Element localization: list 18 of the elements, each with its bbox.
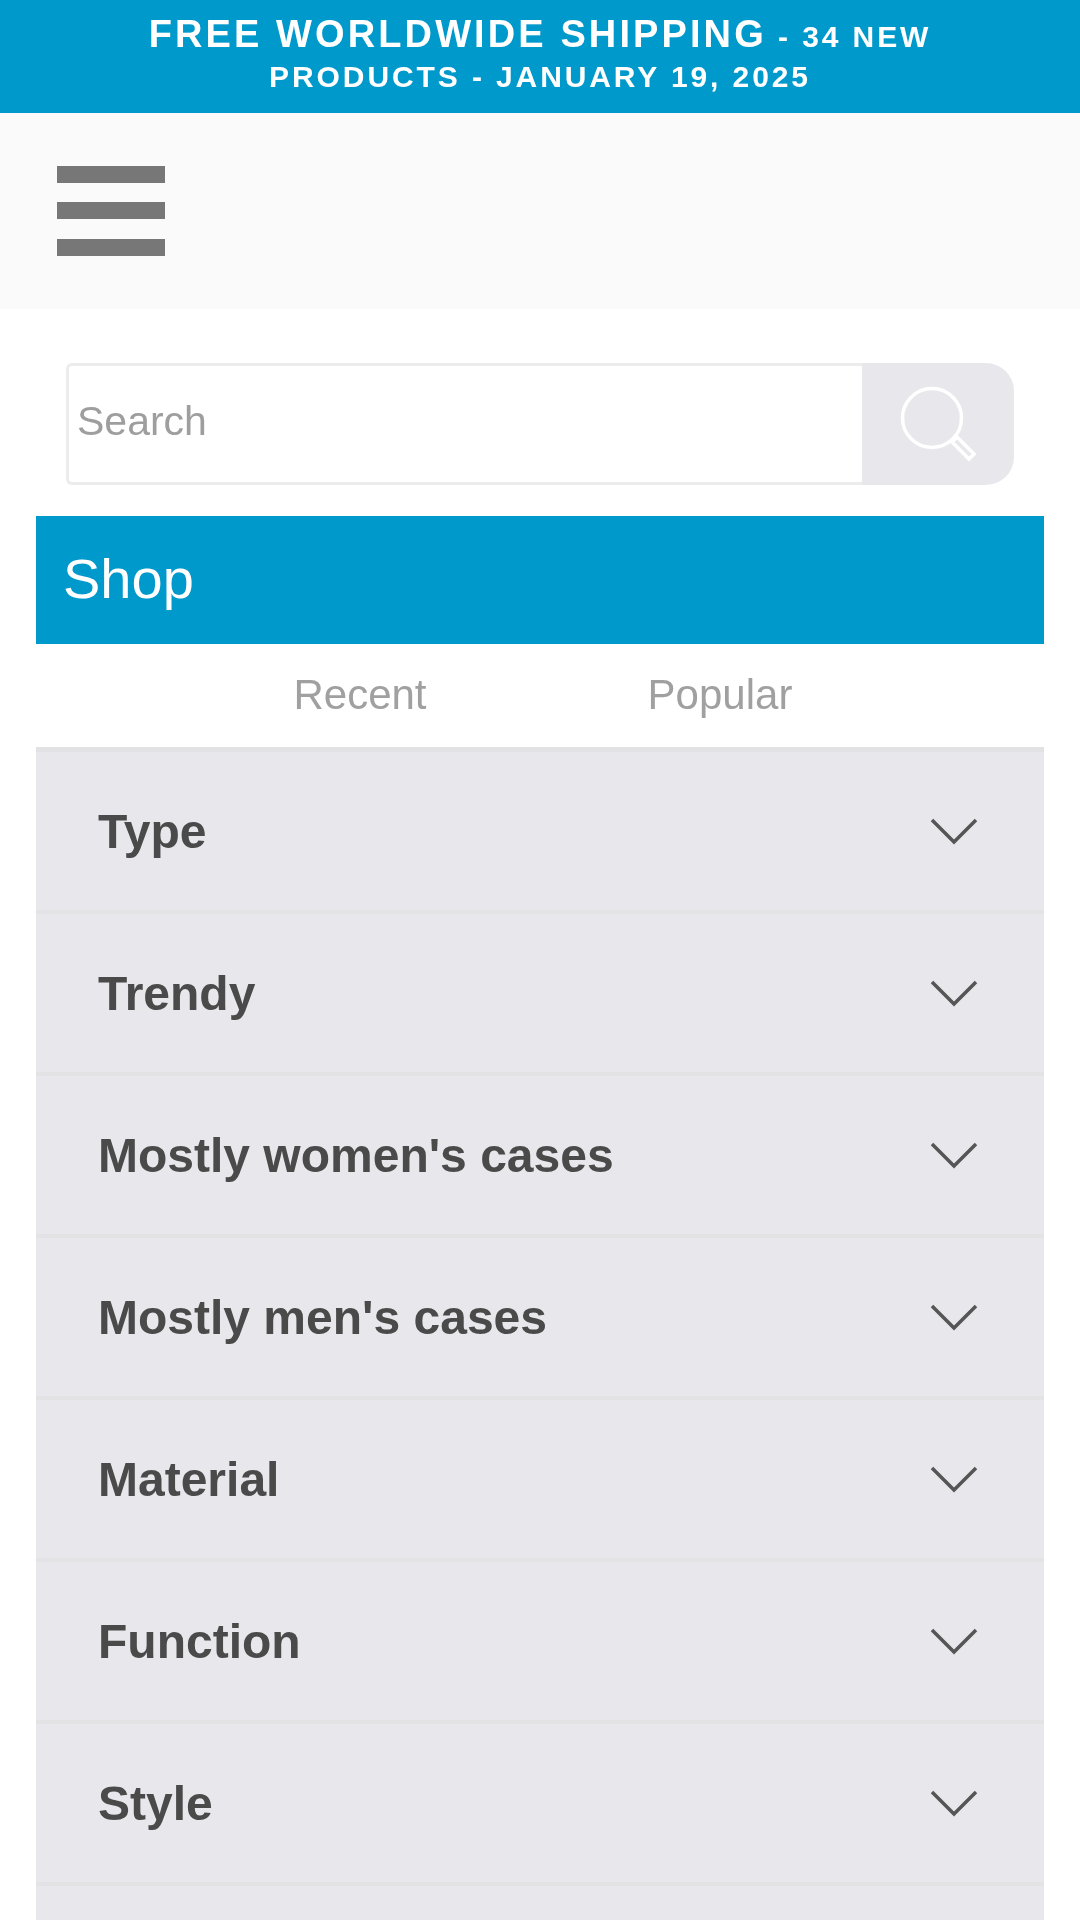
category-row[interactable]: Material	[36, 1400, 1044, 1562]
category-label: Style	[98, 1775, 213, 1831]
category-row[interactable]: Trendy	[36, 914, 1044, 1076]
category-label: Type	[98, 803, 207, 859]
category-label: Function	[98, 1613, 301, 1669]
category-row[interactable]: Style	[36, 1724, 1044, 1886]
announcement-text: FREE WORLDWIDE SHIPPING - 34 NEW PRODUCTS - JANUARY 19, 2025	[147, 14, 933, 95]
menu-icon[interactable]	[57, 166, 165, 256]
category-label: Trendy	[98, 965, 256, 1021]
category-row[interactable]: Mostly women's cases	[36, 1076, 1044, 1238]
category-row[interactable]: Function	[36, 1562, 1044, 1724]
category-label: Mostly women's cases	[98, 1127, 614, 1183]
category-label: Material	[98, 1451, 280, 1507]
category-label: Mostly men's cases	[98, 1289, 547, 1345]
search-field[interactable]: Search	[66, 363, 862, 485]
category-row[interactable]: Type	[36, 752, 1044, 914]
shop-title: Shop	[63, 545, 194, 611]
category-row[interactable]: Mostly men's cases	[36, 1238, 1044, 1400]
